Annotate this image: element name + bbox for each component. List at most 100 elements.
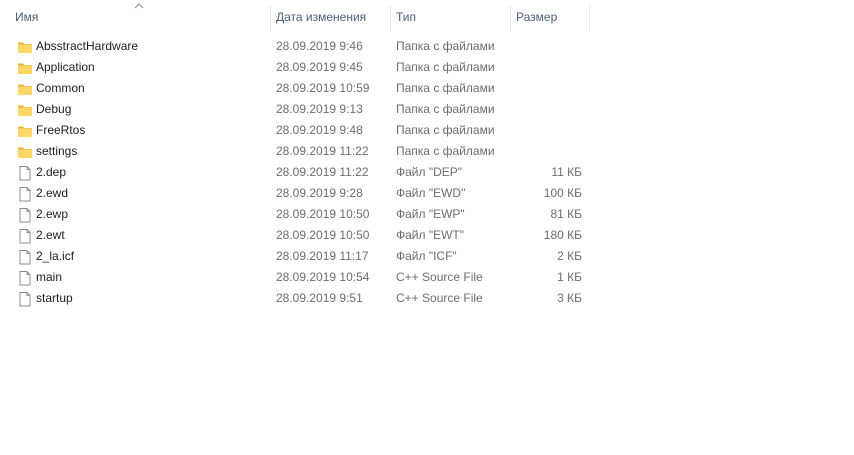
folder-icon (17, 123, 33, 139)
list-item[interactable]: Debug 28.09.2019 9:13 Папка с файлами (0, 99, 590, 120)
file-date: 28.09.2019 9:51 (276, 291, 363, 305)
list-item[interactable]: FreeRtos 28.09.2019 9:48 Папка с файлами (0, 120, 590, 141)
file-name: startup (36, 291, 73, 305)
file-type: C++ Source File (396, 270, 483, 284)
file-name-cell[interactable]: AbsstractHardware (17, 36, 267, 57)
file-icon (17, 249, 33, 265)
list-item[interactable]: 2.dep 28.09.2019 11:22 Файл "DEP" 11 КБ (0, 162, 590, 183)
list-item[interactable]: AbsstractHardware 28.09.2019 9:46 Папка с … (0, 36, 590, 57)
file-name: 2.ewt (36, 228, 65, 242)
file-date: 28.09.2019 11:22 (276, 144, 369, 158)
file-icon (17, 186, 33, 202)
file-date: 28.09.2019 10:50 (276, 228, 370, 242)
file-icon (17, 165, 33, 181)
file-size (512, 57, 582, 78)
file-size: 3 КБ (557, 291, 582, 305)
file-date: 28.09.2019 9:45 (276, 60, 363, 74)
file-name-cell[interactable]: 2.ewd (17, 183, 267, 204)
column-header-bar: Имя Дата изменения Тип Размер (0, 3, 590, 32)
folder-icon (17, 102, 33, 118)
file-icon (17, 291, 33, 307)
file-size: 100 КБ (543, 186, 582, 200)
file-name: AbsstractHardware (36, 39, 139, 53)
sort-ascending-icon (134, 3, 144, 9)
file-name-cell[interactable]: startup (17, 288, 267, 309)
file-size: 2 КБ (557, 249, 582, 263)
file-name-cell[interactable]: settings (17, 141, 267, 162)
column-header-date[interactable]: Дата изменения (276, 4, 390, 31)
file-type: Папка с файлами (396, 39, 495, 53)
file-size: 180 КБ (543, 228, 582, 242)
column-header-size[interactable]: Размер (516, 4, 589, 31)
column-separator[interactable] (270, 6, 271, 32)
file-date: 28.09.2019 10:50 (276, 207, 370, 221)
list-item[interactable]: 2.ewt 28.09.2019 10:50 Файл "EWT" 180 КБ (0, 225, 590, 246)
file-name-cell[interactable]: Application (17, 57, 267, 78)
file-name: FreeRtos (36, 123, 86, 137)
file-size (512, 78, 582, 99)
file-name-cell[interactable]: 2.ewt (17, 225, 267, 246)
file-type: Папка с файлами (396, 60, 495, 74)
file-name-cell[interactable]: 2.ewp (17, 204, 267, 225)
file-date: 28.09.2019 10:54 (276, 270, 370, 284)
column-header-date-label: Дата изменения (276, 10, 367, 24)
column-header-type-label: Тип (396, 10, 417, 24)
file-type: Файл "EWP" (396, 207, 465, 221)
list-item[interactable]: main 28.09.2019 10:54 C++ Source File 1 КБ (0, 267, 590, 288)
file-type: Файл "DEP" (396, 165, 463, 179)
file-date: 28.09.2019 11:22 (276, 165, 369, 179)
file-name-cell[interactable]: 2_la.icf (17, 246, 267, 267)
file-size (512, 141, 582, 162)
file-date: 28.09.2019 9:46 (276, 39, 363, 53)
file-date: 28.09.2019 9:48 (276, 123, 363, 137)
file-explorer-details-view: Имя Дата изменения Тип Размер AbsstractH… (0, 0, 854, 455)
column-header-size-label: Размер (516, 10, 558, 24)
folder-icon (17, 81, 33, 97)
list-item[interactable]: 2.ewd 28.09.2019 9:28 Файл "EWD" 100 КБ (0, 183, 590, 204)
file-name: Debug (36, 102, 72, 116)
file-name-cell[interactable]: Debug (17, 99, 267, 120)
column-separator[interactable] (390, 6, 391, 32)
file-type: Папка с файлами (396, 81, 495, 95)
list-item[interactable]: settings 28.09.2019 11:22 Папка с файлами (0, 141, 590, 162)
file-name: 2.ewd (36, 186, 69, 200)
list-item[interactable]: Common 28.09.2019 10:59 Папка с файлами (0, 78, 590, 99)
file-type: C++ Source File (396, 291, 483, 305)
file-type: Папка с файлами (396, 102, 495, 116)
list-item[interactable]: Application 28.09.2019 9:45 Папка с файлам… (0, 57, 590, 78)
folder-icon (17, 60, 33, 76)
file-name: settings (36, 144, 78, 158)
folder-icon (17, 144, 33, 160)
file-type: Файл "ICF" (396, 249, 457, 263)
file-size: 11 КБ (551, 165, 582, 179)
file-size (512, 120, 582, 141)
file-name: 2_la.icf (36, 249, 75, 263)
file-size: 1 КБ (557, 270, 582, 284)
list-item[interactable]: 2.ewp 28.09.2019 10:50 Файл "EWP" 81 КБ (0, 204, 590, 225)
file-size (512, 99, 582, 120)
file-name-cell[interactable]: Common (17, 78, 267, 99)
file-name: Application (36, 60, 95, 74)
column-header-name-label: Имя (15, 10, 39, 24)
file-name: Common (36, 81, 85, 95)
column-header-type[interactable]: Тип (396, 4, 510, 31)
file-name: 2.dep (36, 165, 67, 179)
file-icon (17, 270, 33, 286)
file-list: AbsstractHardware 28.09.2019 9:46 Папка с … (0, 36, 590, 309)
file-name: 2.ewp (36, 207, 69, 221)
file-date: 28.09.2019 11:17 (276, 249, 369, 263)
list-item[interactable]: startup 28.09.2019 9:51 C++ Source File 3 К… (0, 288, 590, 309)
column-separator[interactable] (589, 6, 590, 32)
folder-icon (17, 39, 33, 55)
file-type: Файл "EWD" (396, 186, 466, 200)
file-name-cell[interactable]: main (17, 267, 267, 288)
file-name-cell[interactable]: FreeRtos (17, 120, 267, 141)
file-date: 28.09.2019 10:59 (276, 81, 370, 95)
file-type: Файл "EWT" (396, 228, 465, 242)
column-separator[interactable] (510, 6, 511, 32)
file-type: Папка с файлами (396, 144, 495, 158)
list-item[interactable]: 2_la.icf 28.09.2019 11:17 Файл "ICF" 2 КБ (0, 246, 590, 267)
file-icon (17, 207, 33, 223)
file-icon (17, 228, 33, 244)
file-name-cell[interactable]: 2.dep (17, 162, 267, 183)
